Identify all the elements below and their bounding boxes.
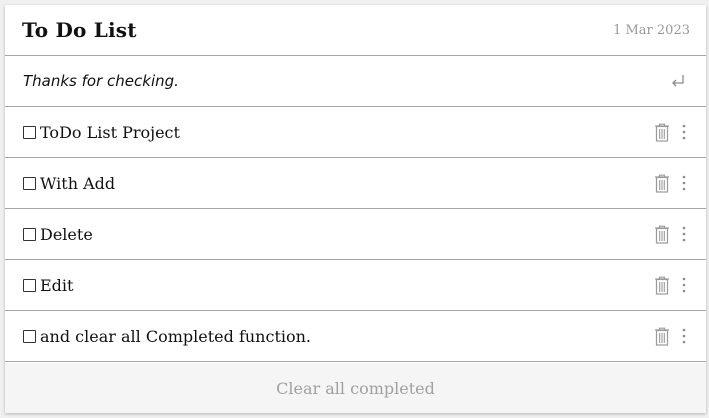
page-title: To Do List [22, 18, 137, 42]
todo-checkbox[interactable] [23, 329, 36, 343]
todo-text: With Add [40, 173, 116, 193]
more-vertical-icon[interactable] [679, 275, 689, 295]
more-vertical-icon[interactable] [679, 224, 689, 244]
trash-icon[interactable] [653, 122, 671, 142]
todo-checkbox[interactable] [23, 176, 36, 190]
todo-item: ToDo List Project [5, 107, 706, 158]
more-vertical-icon[interactable] [679, 326, 689, 346]
todo-item: and clear all Completed function. [5, 311, 706, 362]
todo-checkbox[interactable] [23, 125, 36, 139]
trash-icon[interactable] [653, 275, 671, 295]
new-todo-input[interactable] [23, 72, 623, 90]
new-todo-row [5, 56, 706, 107]
more-vertical-icon[interactable] [679, 173, 689, 193]
todo-text: and clear all Completed function. [40, 326, 312, 346]
todo-item: With Add [5, 158, 706, 209]
clear-completed-button[interactable]: Clear all completed [268, 375, 443, 402]
footer: Clear all completed [5, 363, 706, 413]
trash-icon[interactable] [653, 224, 671, 244]
trash-icon[interactable] [653, 326, 671, 346]
todo-text: Delete [40, 224, 93, 244]
todo-text: Edit [40, 275, 74, 295]
todo-checkbox[interactable] [23, 227, 36, 241]
todo-text: ToDo List Project [40, 122, 180, 142]
date-label: 1 Mar 2023 [613, 22, 690, 38]
header: To Do List 1 Mar 2023 [5, 5, 706, 56]
trash-icon[interactable] [653, 173, 671, 193]
todo-item: Edit [5, 260, 706, 311]
enter-icon[interactable] [668, 71, 688, 91]
todo-checkbox[interactable] [23, 278, 36, 292]
todo-item: Delete [5, 209, 706, 260]
more-vertical-icon[interactable] [679, 122, 689, 142]
todo-card: To Do List 1 Mar 2023 ToDo List Project [5, 5, 706, 413]
